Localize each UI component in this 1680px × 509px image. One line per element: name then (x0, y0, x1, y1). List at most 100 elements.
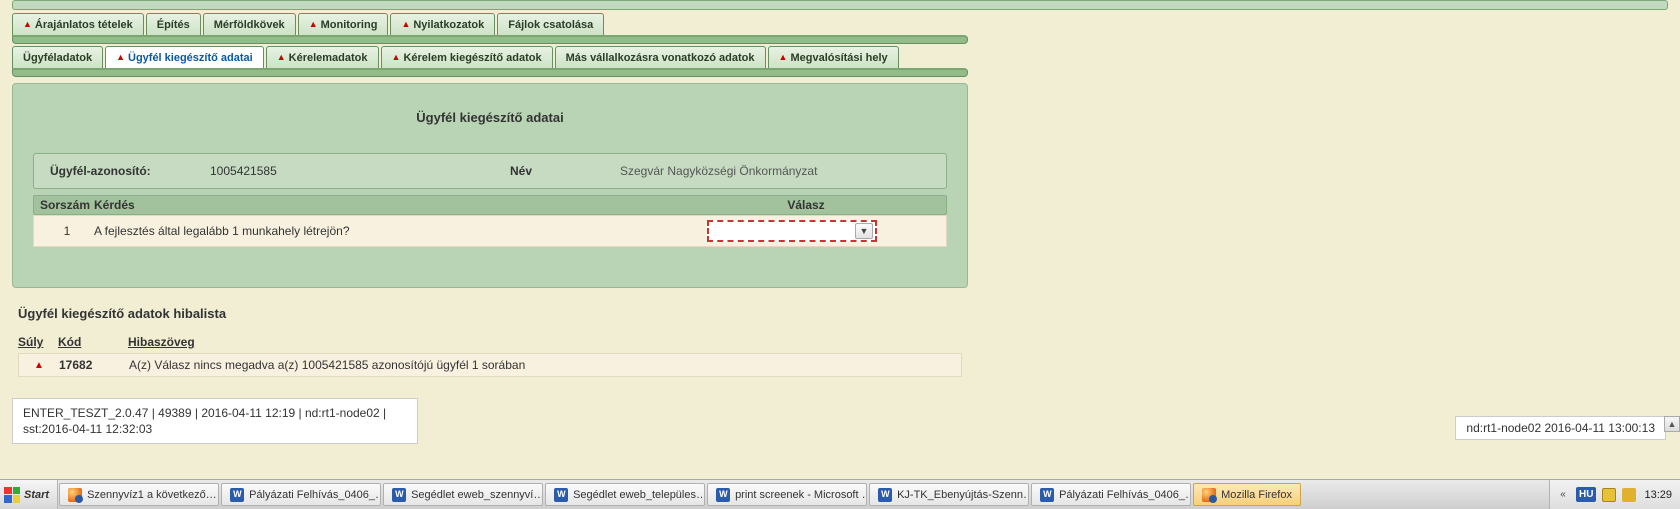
tab-row2-3[interactable]: ▲Kérelem kiegészítő adatok (381, 46, 553, 68)
taskbar-item-label: Szennyvíz1 a következő… (87, 489, 217, 501)
error-row: ▲17682A(z) Válasz nincs megadva a(z) 100… (18, 353, 962, 377)
tab-row-1-underline (12, 35, 968, 44)
warn-icon: ▲ (277, 52, 286, 62)
word-icon (716, 488, 730, 502)
status-box-left: ENTER_TESZT_2.0.47 | 49389 | 2016-04-11 … (12, 398, 418, 444)
warn-icon: ▲ (401, 19, 410, 29)
warn-icon: ▲ (392, 52, 401, 62)
tab-label: Nyilatkozatok (413, 19, 484, 31)
grid-header: Sorszám Kérdés Válasz (33, 195, 947, 215)
taskbar-item[interactable]: KJ-TK_Ebenyújtás-Szenn… (869, 483, 1029, 506)
taskbar-item-label: Segédlet eweb_települes… (573, 489, 705, 501)
status-box-right: nd:rt1-node02 2016-04-11 13:00:13 (1455, 416, 1666, 440)
error-section-title: Ügyfél kiegészítő adatok hibalista (18, 306, 968, 321)
taskbar-items: Szennyvíz1 a következő… Pályázati Felhívá… (58, 480, 1549, 509)
cell-kerdes: A fejlesztés által legalább 1 munkahely … (94, 224, 666, 238)
tab-label: Monitoring (321, 19, 378, 31)
taskbar-item[interactable]: Pályázati Felhívás_0406_… (1031, 483, 1191, 506)
word-icon (554, 488, 568, 502)
taskbar-item-label: Mozilla Firefox (1221, 489, 1292, 501)
warn-icon: ▲ (23, 19, 32, 29)
panel-ugyfel-kiegeszito: Ügyfél kiegészítő adatai Ügyfél-azonosít… (12, 83, 968, 288)
col-header-sorszam: Sorszám (34, 198, 94, 212)
tab-row1-2[interactable]: Mérföldkövek (203, 13, 296, 35)
table-row: 1A fejlesztés által legalább 1 munkahely… (33, 215, 947, 247)
error-code: 17682 (59, 358, 129, 372)
tab-row-1: ▲Árajánlatos tételekÉpítésMérföldkövek▲M… (12, 13, 968, 35)
tab-label: Fájlok csatolása (508, 19, 593, 31)
taskbar-item-label: KJ-TK_Ebenyújtás-Szenn… (897, 489, 1029, 501)
shield-icon[interactable] (1602, 488, 1616, 502)
label-ugyfel-azonosito: Ügyfél-azonosító: (50, 164, 210, 178)
tab-label: Kérelemadatok (289, 52, 368, 64)
taskbar-item-label: Pályázati Felhívás_0406_… (249, 489, 381, 501)
tab-row1-4[interactable]: ▲Nyilatkozatok (390, 13, 495, 35)
taskbar: Start Szennyvíz1 a következő… Pályázati F… (0, 479, 1680, 509)
tab-row1-3[interactable]: ▲Monitoring (298, 13, 389, 35)
value-ugyfel-azonosito: 1005421585 (210, 164, 420, 178)
tab-row2-1[interactable]: ▲Ügyfél kiegészítő adatai (105, 46, 264, 68)
tab-row-2-underline (12, 68, 968, 77)
error-rows: ▲17682A(z) Válasz nincs megadva a(z) 100… (12, 353, 968, 377)
tab-label: Ügyféladatok (23, 52, 92, 64)
disk-icon[interactable] (1622, 488, 1636, 502)
tab-row2-0[interactable]: Ügyféladatok (12, 46, 103, 68)
taskbar-item[interactable]: Szennyvíz1 a következő… (59, 483, 219, 506)
language-indicator[interactable]: HU (1576, 487, 1596, 502)
panel-heading: Ügyfél kiegészítő adatai (25, 110, 955, 125)
tab-label: Árajánlatos tételek (35, 19, 133, 31)
cell-sorszam: 1 (34, 224, 94, 238)
error-header: Súly Kód Hibaszöveg (18, 335, 962, 349)
warn-icon: ▲ (779, 52, 788, 62)
error-severity-icon: ▲ (19, 360, 59, 371)
taskbar-item[interactable]: Mozilla Firefox (1193, 483, 1301, 506)
chevron-down-icon[interactable]: ▼ (855, 223, 873, 239)
tab-row2-4[interactable]: Más vállalkozásra vonatkozó adatok (555, 46, 766, 68)
clock: 13:29 (1642, 489, 1674, 501)
customer-info-box: Ügyfél-azonosító: 1005421585 Név Szegvár… (33, 153, 947, 189)
col-header-valasz: Válasz (666, 198, 946, 212)
col-header-kerdes: Kérdés (94, 198, 666, 212)
value-nev: Szegvár Nagyközségi Önkormányzat (620, 164, 817, 178)
warn-icon: ▲ (116, 52, 125, 62)
tab-row2-2[interactable]: ▲Kérelemadatok (266, 46, 379, 68)
answer-dropdown[interactable]: ▼ (707, 220, 877, 242)
tab-label: Megvalósítási hely (790, 52, 887, 64)
tab-label: Mérföldkövek (214, 19, 285, 31)
start-button[interactable]: Start (0, 480, 58, 509)
err-col-hibaszoveg: Hibaszöveg (128, 335, 962, 349)
tab-row1-1[interactable]: Építés (146, 13, 201, 35)
firefox-icon (1202, 488, 1216, 502)
taskbar-item[interactable]: Pályázati Felhívás_0406_… (221, 483, 381, 506)
tab-label: Kérelem kiegészítő adatok (403, 52, 541, 64)
word-icon (1040, 488, 1054, 502)
word-icon (392, 488, 406, 502)
scroll-up-button[interactable]: ▲ (1664, 416, 1680, 432)
word-icon (878, 488, 892, 502)
tab-label: Építés (157, 19, 190, 31)
tab-label: Más vállalkozásra vonatkozó adatok (566, 52, 755, 64)
label-nev: Név (510, 164, 620, 178)
tab-row1-0[interactable]: ▲Árajánlatos tételek (12, 13, 144, 35)
tab-label: Ügyfél kiegészítő adatai (128, 52, 253, 64)
tab-row2-5[interactable]: ▲Megvalósítási hely (768, 46, 899, 68)
windows-logo-icon (4, 487, 20, 503)
system-tray: « HU 13:29 (1549, 480, 1680, 509)
err-col-suly: Súly (18, 335, 58, 349)
tab-row1-5[interactable]: Fájlok csatolása (497, 13, 604, 35)
top-border-bar (12, 0, 1668, 10)
taskbar-item[interactable]: Segédlet eweb_települes… (545, 483, 705, 506)
warn-icon: ▲ (309, 19, 318, 29)
taskbar-item-label: print screenek - Microsoft … (735, 489, 867, 501)
error-text: A(z) Válasz nincs megadva a(z) 100542158… (129, 358, 961, 372)
cell-valasz: ▼ (666, 220, 946, 242)
taskbar-item-label: Pályázati Felhívás_0406_… (1059, 489, 1191, 501)
taskbar-item[interactable]: print screenek - Microsoft … (707, 483, 867, 506)
firefox-icon (68, 488, 82, 502)
word-icon (230, 488, 244, 502)
app-area: ▲Árajánlatos tételekÉpítésMérföldkövek▲M… (0, 13, 980, 377)
taskbar-item[interactable]: Segédlet eweb_szennyví… (383, 483, 543, 506)
taskbar-item-label: Segédlet eweb_szennyví… (411, 489, 543, 501)
tray-expand-icon[interactable]: « (1556, 485, 1570, 505)
status-line-1: ENTER_TESZT_2.0.47 | 49389 | 2016-04-11 … (23, 406, 386, 420)
